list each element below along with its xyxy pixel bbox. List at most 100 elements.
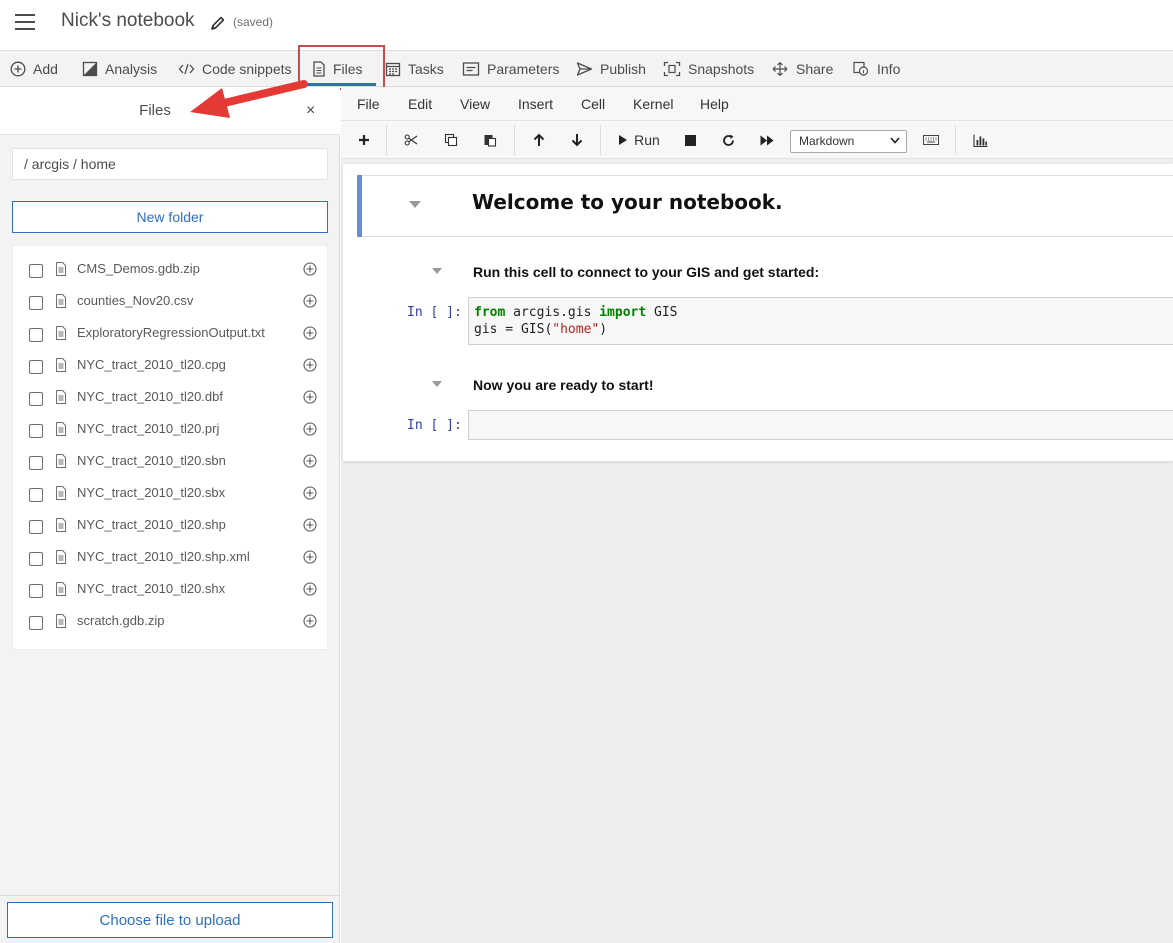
add-file-button[interactable]	[303, 582, 317, 601]
tab-tasks[interactable]: Tasks	[385, 51, 444, 86]
file-checkbox[interactable]	[29, 360, 43, 374]
interrupt-button[interactable]	[681, 128, 699, 152]
add-to-notebook-icon	[303, 582, 317, 596]
import-target: GIS	[646, 305, 678, 320]
file-list-item[interactable]: NYC_tract_2010_tl20.cpg	[13, 351, 329, 383]
menu-file[interactable]: File	[357, 96, 380, 112]
empty-code-cell-editor[interactable]	[468, 410, 1173, 440]
add-file-button[interactable]	[303, 614, 317, 633]
file-checkbox[interactable]	[29, 264, 43, 278]
tab-parameters[interactable]: Parameters	[462, 51, 559, 86]
file-icon	[56, 422, 66, 436]
collapse-heading-icon[interactable]	[409, 201, 421, 208]
tab-files[interactable]: Files	[312, 51, 363, 86]
chart-button[interactable]	[969, 128, 991, 152]
code-cell-editor[interactable]: from arcgis.gis import GIS gis = GIS("ho…	[468, 297, 1173, 345]
add-file-button[interactable]	[303, 550, 317, 569]
file-checkbox[interactable]	[29, 520, 43, 534]
module-name: arcgis.gis	[505, 305, 600, 320]
selected-markdown-cell[interactable]: Welcome to your notebook.	[357, 175, 1173, 237]
command-palette-button[interactable]	[919, 128, 943, 152]
add-to-notebook-icon	[303, 262, 317, 276]
insert-cell-button[interactable]	[355, 128, 373, 152]
file-list-item[interactable]: NYC_tract_2010_tl20.prj	[13, 415, 329, 447]
file-list-item[interactable]: NYC_tract_2010_tl20.shx	[13, 575, 329, 607]
keyword-from: from	[474, 305, 506, 320]
run-label: Run	[634, 132, 660, 148]
add-file-button[interactable]	[303, 390, 317, 409]
add-file-button[interactable]	[303, 518, 317, 537]
file-list-item[interactable]: counties_Nov20.csv	[13, 287, 329, 319]
tab-add[interactable]: Add	[10, 51, 58, 86]
restart-run-all-button[interactable]	[757, 128, 777, 152]
move-up-button[interactable]	[529, 128, 549, 152]
tab-info[interactable]: Info	[852, 51, 900, 86]
tab-code-snippets[interactable]: Code snippets	[178, 51, 292, 86]
tab-snapshots[interactable]: Snapshots	[663, 51, 754, 86]
add-file-button[interactable]	[303, 326, 317, 345]
add-file-button[interactable]	[303, 486, 317, 505]
file-list-item[interactable]: NYC_tract_2010_tl20.sbn	[13, 447, 329, 479]
cut-button[interactable]	[401, 128, 421, 152]
file-name: NYC_tract_2010_tl20.sbx	[77, 485, 226, 500]
file-list-item[interactable]: ExploratoryRegressionOutput.txt	[13, 319, 329, 351]
files-panel: Files × / arcgis / home New folder CMS_D…	[0, 87, 340, 943]
arrow-up-icon	[533, 133, 545, 146]
file-checkbox[interactable]	[29, 552, 43, 566]
close-icon[interactable]: ×	[306, 102, 315, 120]
file-list-item[interactable]: NYC_tract_2010_tl20.sbx	[13, 479, 329, 511]
active-tab-indicator	[304, 83, 376, 86]
file-list-item[interactable]: CMS_Demos.gdb.zip	[13, 255, 329, 287]
file-list-item[interactable]: NYC_tract_2010_tl20.dbf	[13, 383, 329, 415]
file-checkbox[interactable]	[29, 488, 43, 502]
code-line-1: from arcgis.gis import GIS	[474, 304, 1168, 321]
add-file-button[interactable]	[303, 358, 317, 377]
notebook-title[interactable]: Nick's notebook	[61, 10, 195, 32]
file-checkbox[interactable]	[29, 456, 43, 470]
file-type-icon	[55, 262, 67, 281]
menu-help[interactable]: Help	[700, 96, 729, 112]
menu-insert[interactable]: Insert	[518, 96, 553, 112]
paste-icon	[484, 135, 497, 147]
tab-share[interactable]: Share	[771, 51, 833, 86]
heading-welcome: Welcome to your notebook.	[472, 190, 783, 214]
menu-view[interactable]: View	[460, 96, 490, 112]
file-list-item[interactable]: scratch.gdb.zip	[13, 607, 329, 639]
new-folder-button[interactable]: New folder	[12, 201, 328, 233]
restart-button[interactable]	[719, 128, 737, 152]
tab-publish[interactable]: Publish	[576, 51, 646, 86]
file-checkbox[interactable]	[29, 616, 43, 630]
add-file-button[interactable]	[303, 422, 317, 441]
file-name: NYC_tract_2010_tl20.dbf	[77, 389, 223, 404]
menu-kernel[interactable]: Kernel	[633, 96, 673, 112]
tab-analysis[interactable]: Analysis	[82, 51, 157, 86]
collapse-heading-icon[interactable]	[432, 268, 442, 274]
file-checkbox[interactable]	[29, 328, 43, 342]
file-checkbox[interactable]	[29, 296, 43, 310]
add-file-button[interactable]	[303, 294, 317, 313]
cell-type-select[interactable]: Markdown	[790, 130, 907, 153]
menu-hamburger-icon[interactable]	[15, 13, 35, 31]
add-file-button[interactable]	[303, 262, 317, 281]
add-file-button[interactable]	[303, 454, 317, 473]
file-list-item[interactable]: NYC_tract_2010_tl20.shp.xml	[13, 543, 329, 575]
menu-edit[interactable]: Edit	[408, 96, 432, 112]
selected-cell-indicator	[357, 175, 362, 237]
copy-button[interactable]	[441, 128, 461, 152]
move-down-button[interactable]	[567, 128, 587, 152]
pencil-icon[interactable]	[209, 14, 227, 32]
breadcrumb[interactable]: / arcgis / home	[12, 148, 328, 180]
file-list-item[interactable]: NYC_tract_2010_tl20.shp	[13, 511, 329, 543]
menu-cell[interactable]: Cell	[581, 96, 605, 112]
file-checkbox[interactable]	[29, 424, 43, 438]
file-checkbox[interactable]	[29, 392, 43, 406]
choose-file-upload-button[interactable]: Choose file to upload	[7, 902, 333, 938]
file-type-icon	[55, 614, 67, 633]
collapse-heading-icon[interactable]	[432, 381, 442, 387]
paste-button[interactable]	[480, 128, 500, 152]
file-checkbox[interactable]	[29, 584, 43, 598]
run-button[interactable]: Run	[615, 128, 663, 152]
stop-icon	[684, 134, 696, 146]
file-type-icon	[55, 582, 67, 601]
tab-label: Analysis	[105, 60, 158, 77]
